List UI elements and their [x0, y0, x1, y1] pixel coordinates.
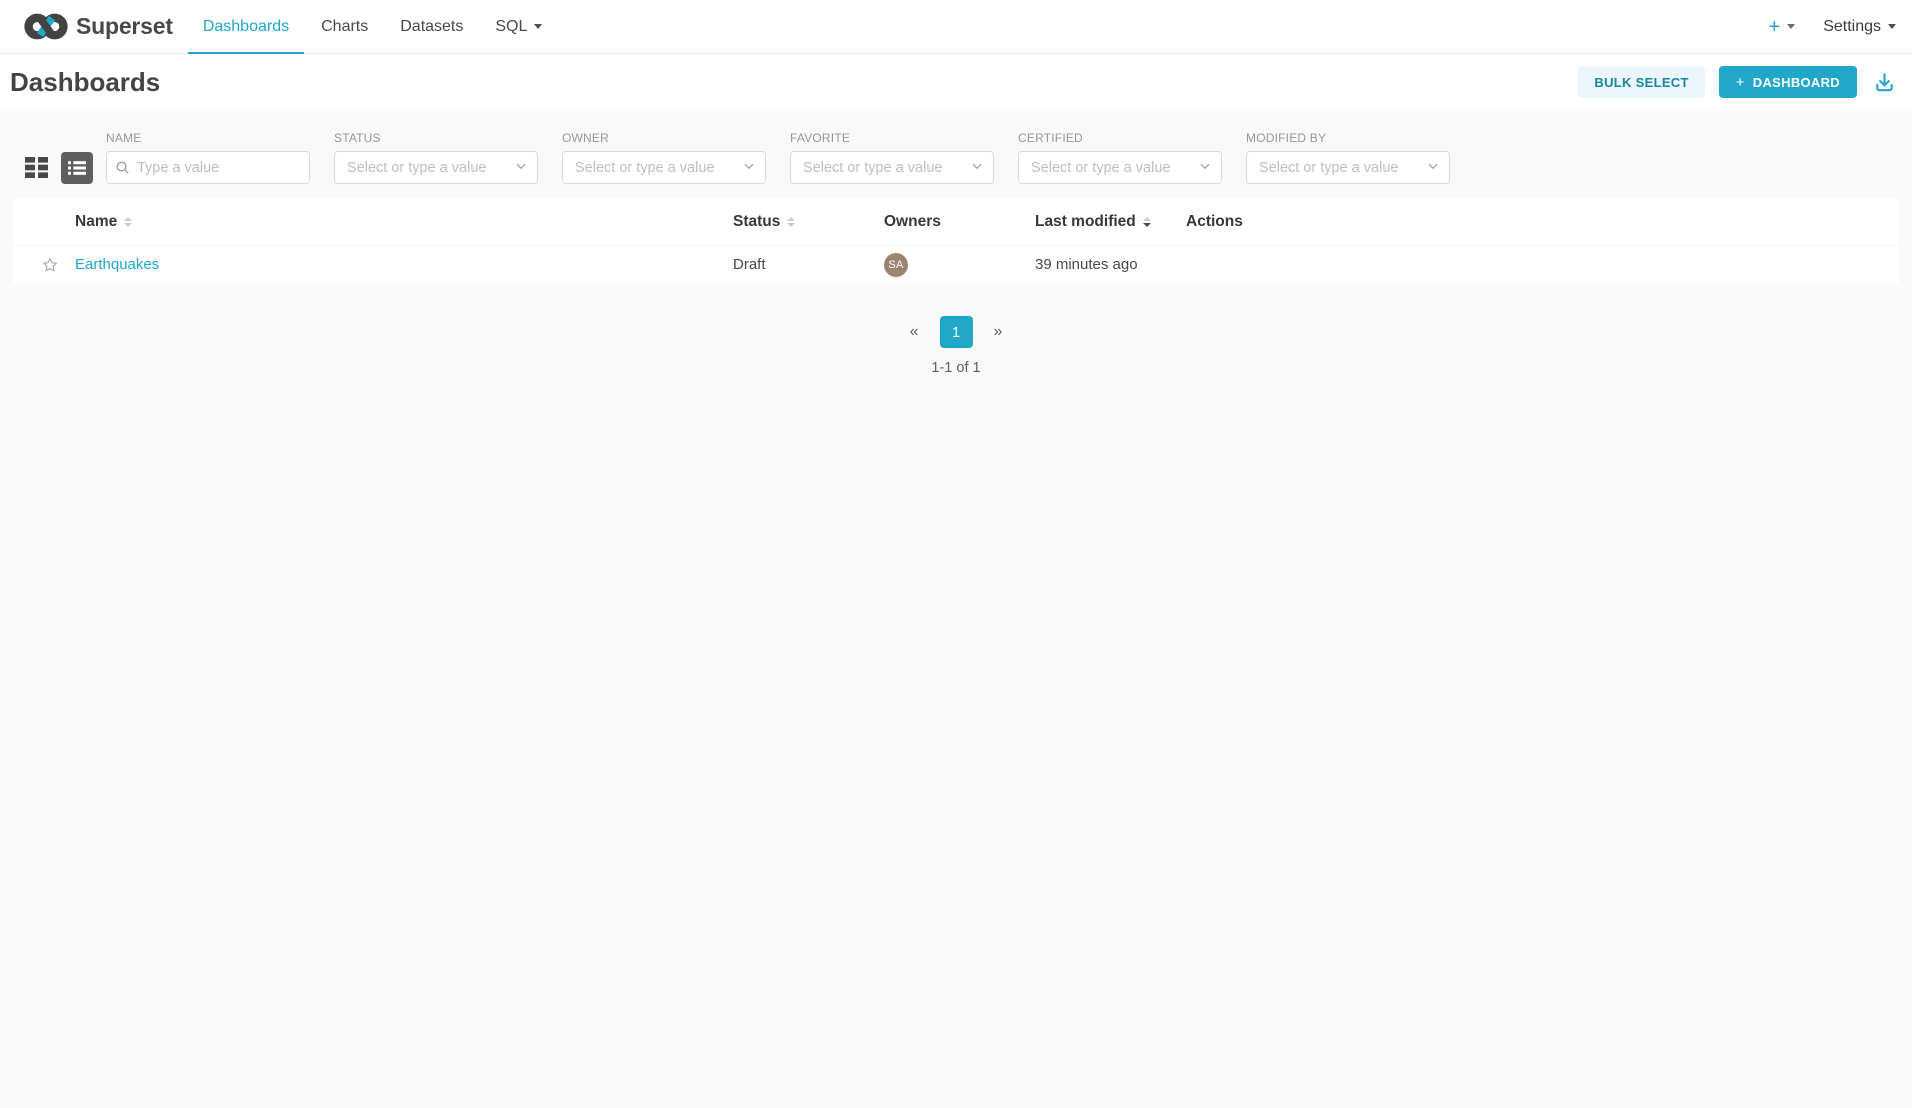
favorite-star-button[interactable]: [41, 256, 59, 274]
table-row: Earthquakes Draft SA 39 minutes ago: [14, 245, 1898, 283]
new-dashboard-label: DASHBOARD: [1753, 75, 1840, 90]
filter-label: CERTIFIED: [1018, 131, 1222, 145]
filter-label: STATUS: [334, 131, 538, 145]
page-title: Dashboards: [10, 67, 160, 98]
chevron-down-icon: [1427, 159, 1439, 177]
filter-label: OWNER: [562, 131, 766, 145]
new-item-menu-button[interactable]: +: [1769, 17, 1796, 37]
filter-name: NAME: [106, 131, 310, 184]
sort-icon: [787, 217, 795, 227]
column-label: Status: [733, 213, 780, 231]
nav-item-label: SQL: [495, 18, 527, 36]
dashboards-table: Name Status Owners Last modified Actions: [14, 198, 1898, 283]
main-nav: Dashboards Charts Datasets SQL: [187, 0, 559, 53]
chevron-down-icon: [515, 159, 527, 177]
last-modified-column-header[interactable]: Last modified: [1035, 213, 1186, 231]
superset-logo[interactable]: Superset: [24, 0, 173, 53]
owner-filter-select[interactable]: Select or type a value: [562, 151, 766, 184]
filter-bar: NAME STATUS Select or type a value: [0, 110, 1912, 184]
last-modified-text: 39 minutes ago: [1035, 256, 1138, 273]
navbar: Superset Dashboards Charts Datasets SQL …: [0, 0, 1912, 54]
plus-icon: +: [1769, 17, 1781, 37]
nav-item-datasets[interactable]: Datasets: [385, 0, 478, 53]
modified-by-filter-select[interactable]: Select or type a value: [1246, 151, 1450, 184]
brand-text: Superset: [76, 13, 173, 40]
select-placeholder: Select or type a value: [1259, 160, 1427, 176]
pagination: « 1 »: [0, 316, 1912, 348]
content-area: NAME STATUS Select or type a value: [0, 110, 1912, 1108]
card-view-toggle[interactable]: [20, 152, 52, 184]
grid-icon: [24, 156, 49, 179]
filter-label: NAME: [106, 131, 310, 145]
nav-item-label: Datasets: [400, 18, 463, 36]
column-label: Name: [75, 213, 117, 231]
prev-page-button[interactable]: «: [904, 321, 925, 343]
bulk-select-button[interactable]: BULK SELECT: [1578, 66, 1704, 98]
filter-modified-by: MODIFIED BY Select or type a value: [1246, 131, 1450, 184]
new-dashboard-button[interactable]: + DASHBOARD: [1719, 66, 1857, 98]
plus-icon: +: [1736, 74, 1745, 91]
favorite-filter-select[interactable]: Select or type a value: [790, 151, 994, 184]
status-text: Draft: [733, 256, 766, 273]
navbar-right: + Settings: [1769, 0, 1897, 53]
chevron-down-icon: [1199, 159, 1211, 177]
page-1-button[interactable]: 1: [940, 316, 973, 348]
nav-item-charts[interactable]: Charts: [306, 0, 383, 53]
filter-certified: CERTIFIED Select or type a value: [1018, 131, 1222, 184]
owner-avatar: SA: [884, 253, 908, 277]
view-toggles: [20, 151, 93, 184]
superset-infinity-icon: [24, 11, 68, 42]
pagination-summary: 1-1 of 1: [0, 360, 1912, 376]
actions-column-header: Actions: [1186, 213, 1898, 231]
filter-label: MODIFIED BY: [1246, 131, 1450, 145]
select-placeholder: Select or type a value: [347, 160, 515, 176]
settings-menu-button[interactable]: Settings: [1823, 18, 1896, 36]
chevron-down-icon: [743, 159, 755, 177]
nav-item-sql[interactable]: SQL: [480, 0, 557, 53]
caret-down-icon: [534, 24, 542, 29]
list-view-toggle[interactable]: [61, 152, 93, 184]
nav-item-label: Dashboards: [203, 18, 289, 36]
header-actions: BULK SELECT + DASHBOARD: [1578, 66, 1898, 98]
owners-column-header: Owners: [884, 213, 1035, 231]
certified-filter-select[interactable]: Select or type a value: [1018, 151, 1222, 184]
import-dashboard-button[interactable]: [1871, 69, 1898, 96]
filter-favorite: FAVORITE Select or type a value: [790, 131, 994, 184]
select-placeholder: Select or type a value: [575, 160, 743, 176]
filter-owner: OWNER Select or type a value: [562, 131, 766, 184]
settings-label: Settings: [1823, 18, 1881, 36]
download-icon: [1873, 71, 1896, 94]
list-icon: [67, 158, 87, 178]
select-placeholder: Select or type a value: [1031, 160, 1199, 176]
column-label: Last modified: [1035, 213, 1136, 231]
status-column-header[interactable]: Status: [733, 213, 884, 231]
star-icon: [41, 256, 59, 274]
sort-desc-icon: [1143, 217, 1151, 227]
filter-label: FAVORITE: [790, 131, 994, 145]
status-filter-select[interactable]: Select or type a value: [334, 151, 538, 184]
nav-item-dashboards[interactable]: Dashboards: [188, 0, 304, 53]
page-header: Dashboards BULK SELECT + DASHBOARD: [0, 54, 1912, 110]
filter-status: STATUS Select or type a value: [334, 131, 538, 184]
nav-item-label: Charts: [321, 18, 368, 36]
caret-down-icon: [1787, 24, 1795, 29]
select-placeholder: Select or type a value: [803, 160, 971, 176]
caret-down-icon: [1888, 24, 1896, 29]
dashboard-link[interactable]: Earthquakes: [75, 256, 159, 273]
column-label: Owners: [884, 213, 941, 231]
name-filter-input[interactable]: [106, 151, 310, 184]
column-label: Actions: [1186, 213, 1243, 231]
next-page-button[interactable]: »: [988, 321, 1009, 343]
filters: NAME STATUS Select or type a value: [106, 131, 1450, 184]
chevron-down-icon: [971, 159, 983, 177]
sort-icon: [124, 217, 132, 227]
name-column-header[interactable]: Name: [75, 213, 733, 231]
table-header-row: Name Status Owners Last modified Actions: [14, 198, 1898, 245]
